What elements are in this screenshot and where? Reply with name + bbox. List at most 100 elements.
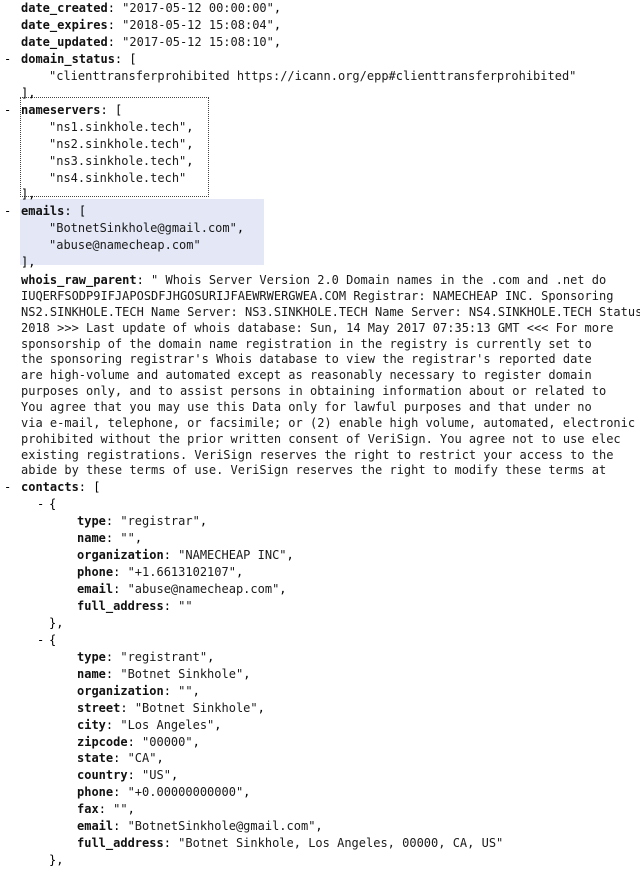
json-key: date_expires xyxy=(21,17,108,32)
json-key: type xyxy=(77,649,106,664)
raw-text-line: are high-volume and automated except as … xyxy=(21,368,592,383)
json-punctuation: , xyxy=(273,17,282,32)
json-punctuation: , xyxy=(214,717,222,732)
raw-text-line: abide by these terms of use. VeriSign re… xyxy=(21,463,607,478)
json-punctuation: , xyxy=(243,785,251,800)
json-key: zipcode xyxy=(77,734,128,749)
key-colon: : xyxy=(113,565,128,579)
key-colon: : xyxy=(100,102,115,117)
json-punctuation: { xyxy=(49,632,57,647)
line-content: }, xyxy=(49,615,63,632)
key-colon: : xyxy=(105,531,121,546)
json-key: email xyxy=(77,819,114,834)
collapse-toggle-icon[interactable]: - xyxy=(4,102,16,119)
json-punctuation: [ xyxy=(114,102,123,117)
key-colon: : xyxy=(64,204,79,219)
json-key: fax xyxy=(77,802,99,817)
json-punctuation: { xyxy=(49,497,57,512)
line-content: "ns4.sinkhole.tech" xyxy=(49,170,186,187)
line-content: phone: "+1.6613102107", xyxy=(77,564,243,581)
json-key: name xyxy=(77,531,106,546)
json-value: "2018-05-12 15:08:04" xyxy=(122,17,274,32)
collapse-toggle-icon[interactable]: - xyxy=(4,479,16,496)
json-punctuation: [ xyxy=(93,480,101,495)
line-content: { xyxy=(49,496,56,513)
json-punctuation: [ xyxy=(78,204,87,219)
json-key: name xyxy=(77,666,106,681)
json-value: "abuse@namecheap.com" xyxy=(127,581,280,596)
json-key: nameservers xyxy=(21,102,101,117)
line-content: contacts: [ xyxy=(21,479,100,496)
collapse-toggle-icon[interactable]: - xyxy=(4,51,16,68)
raw-text-line: NS2.SINKHOLE.TECH Name Server: NS3.SINKH… xyxy=(21,304,640,319)
line-content: street: "Botnet Sinkhole", xyxy=(77,700,265,717)
json-punctuation: ], xyxy=(21,85,36,100)
collapse-toggle-icon[interactable]: - xyxy=(37,496,49,513)
json-value: "ns1.sinkhole.tech" xyxy=(49,119,187,134)
json-punctuation: , xyxy=(186,153,194,168)
line-content: }, xyxy=(49,852,63,869)
json-punctuation: , xyxy=(315,819,323,834)
json-key: organization xyxy=(77,683,164,698)
json-punctuation: ], xyxy=(21,187,36,202)
json-key: state xyxy=(77,751,114,766)
line-content: emails: [ xyxy=(21,203,86,220)
json-value: "NAMECHEAP INC" xyxy=(178,548,287,563)
json-key: phone xyxy=(77,785,114,800)
key-colon: : xyxy=(78,480,94,495)
raw-text-line: purposes only, and to assist persons in … xyxy=(21,384,607,399)
json-punctuation: , xyxy=(192,683,200,698)
line-content: name: "", xyxy=(77,530,142,547)
key-colon: : xyxy=(120,700,135,715)
json-value: "+1.6613102107" xyxy=(127,565,236,579)
key-colon: : xyxy=(113,819,128,834)
json-punctuation: , xyxy=(186,119,194,134)
raw-text-line: You agree that you may use this Data onl… xyxy=(21,400,592,414)
raw-text-line: prohibited without the prior written con… xyxy=(21,431,621,446)
key-colon: : xyxy=(105,666,121,681)
json-value: "clienttransferprohibited https://icann.… xyxy=(49,68,577,83)
json-punctuation: , xyxy=(273,1,282,15)
json-value: "2017-05-12 00:00:00" xyxy=(122,1,274,15)
json-key: domain_status xyxy=(21,51,115,66)
line-content: domain_status: [ xyxy=(21,51,137,68)
json-punctuation: }, xyxy=(49,615,64,630)
line-content: { xyxy=(49,632,56,649)
line-content: "clienttransferprohibited https://icann.… xyxy=(49,68,576,85)
json-key: organization xyxy=(77,548,164,563)
json-value: "registrar" xyxy=(120,514,200,529)
line-content: full_address: "" xyxy=(77,598,193,615)
line-content: date_expires: "2018-05-12 15:08:04", xyxy=(21,17,281,34)
json-value: "CA" xyxy=(127,751,157,766)
json-key: street xyxy=(77,700,121,715)
json-punctuation: , xyxy=(279,581,287,596)
line-content: state: "CA", xyxy=(77,750,164,767)
collapse-toggle-icon[interactable]: - xyxy=(37,632,49,649)
json-punctuation: , xyxy=(156,751,164,766)
key-colon: : xyxy=(98,802,114,817)
json-punctuation: , xyxy=(236,221,245,236)
json-value: "Botnet Sinkhole" xyxy=(134,700,258,715)
key-colon: : xyxy=(127,768,143,783)
json-punctuation: , xyxy=(192,734,200,749)
line-content: city: "Los Angeles", xyxy=(77,717,222,734)
line-content: country: "US", xyxy=(77,767,178,784)
line-content: ], xyxy=(21,254,35,271)
collapse-toggle-icon[interactable]: - xyxy=(4,203,16,220)
key-colon: : xyxy=(163,683,179,698)
line-content: ], xyxy=(21,186,35,203)
key-colon: : xyxy=(113,751,128,766)
json-value: "ns3.sinkhole.tech" xyxy=(49,153,187,168)
json-punctuation: , xyxy=(235,565,244,579)
line-content: email: "BotnetSinkhole@gmail.com", xyxy=(77,818,323,835)
line-content: "ns1.sinkhole.tech", xyxy=(49,119,194,136)
line-content: type: "registrant", xyxy=(77,649,214,666)
raw-text-line: sponsorship of the domain name registrat… xyxy=(21,336,592,351)
key-colon: : xyxy=(113,581,128,596)
json-value: "registrant" xyxy=(120,649,208,664)
json-punctuation: [ xyxy=(129,51,137,66)
json-key: date_updated xyxy=(21,34,108,49)
json-key: phone xyxy=(77,565,114,579)
raw-text-line: " Whois Server Version 2.0 Domain names … xyxy=(151,273,607,288)
key-colon: : xyxy=(163,548,179,563)
